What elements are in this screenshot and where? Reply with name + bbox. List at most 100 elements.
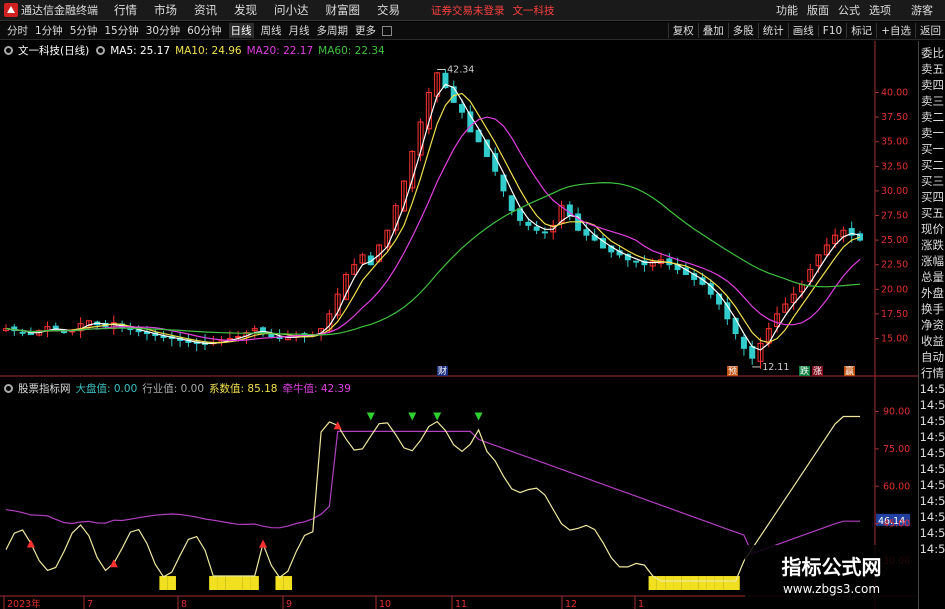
timeframe-tab-9[interactable]: 多周期 [317,23,349,38]
tool-button-3[interactable]: 统计 [757,23,788,38]
tool-button-6[interactable]: 标记 [846,23,876,38]
side-item-20: 行情 [921,366,944,380]
main-chart: 40.00 37.50 35.00 32.50 30.00 27.50 25.00 22.50… [0,41,918,609]
marker-zhang: 涨 [813,366,822,377]
menu-item-6[interactable]: 交易 [377,2,400,18]
right-menu-item-3[interactable]: 选项 [869,2,891,18]
timeframe-tab-1[interactable]: 1分钟 [35,23,63,38]
side-item-6: 买一 [921,142,944,156]
side-item-31: 14:5 [919,542,945,556]
ma10-value: MA10: 24.96 [175,45,242,57]
side-item-3: 卖三 [921,94,944,108]
bottom-fill-80 [665,576,674,590]
tool-button-7[interactable]: +自选 [876,23,915,38]
buy-arrow-0 [26,539,35,548]
bottom-fill-28 [234,576,243,590]
timeframe-tab-7[interactable]: 周线 [261,23,282,38]
side-item-12: 涨跌 [921,238,944,252]
menu-item-0[interactable]: 行情 [114,2,137,18]
login-notice[interactable]: 证券交易未登录 [431,3,505,18]
side-item-4: 卖二 [921,110,944,124]
indicator-legend: 股票指标网 大盘值: 0.00 行业值: 0.00 系数值: 85.18 牵牛值: 42… [4,381,356,396]
menu-item-5[interactable]: 财富圈 [326,2,361,18]
side-item-2: 卖四 [921,78,944,92]
ma60-value: MA60: 22.34 [318,45,385,57]
right-menu-item-1[interactable]: 版面 [807,2,829,18]
candle-body-61 [508,195,515,212]
timeframe-tab-8[interactable]: 月线 [289,23,310,38]
gear-icon[interactable] [4,46,13,55]
side-item-28: 14:5 [919,494,945,508]
date-label-7: 1 [638,599,644,609]
side-item-21: 14:5 [919,382,945,396]
side-item-27: 14:5 [919,478,945,492]
candle-body-64 [533,226,540,231]
date-label-6: 12 [565,599,577,609]
gear-icon-ma[interactable] [96,46,106,55]
candle-body-89 [740,336,747,349]
buy-arrow-3 [333,421,342,430]
indicator-axis-label-0: 90.00 [883,406,910,417]
tool-button-4[interactable]: 画线 [787,23,818,38]
timeframe-tab-6[interactable]: 日线 [228,23,254,38]
grid-icon[interactable] [382,25,392,36]
timeframe-tab-2[interactable]: 5分钟 [70,23,98,38]
menu-item-1[interactable]: 市场 [154,2,177,18]
tool-button-2[interactable]: 多股 [727,23,758,38]
candle-body-88 [732,317,739,335]
price-axis-label-9: 20.00 [881,284,908,295]
indicator-axis-label-2: 60.00 [883,481,910,492]
buy-arrow-2 [259,539,268,548]
side-item-24: 14:5 [919,430,945,444]
indicator-axis-label-4: 45.00 [883,519,910,530]
sell-arrow-3 [474,412,483,421]
side-item-0: 委比 [921,46,944,60]
candle-body-90 [749,345,756,359]
side-item-26: 14:5 [919,462,945,476]
side-item-7: 买二 [921,158,944,172]
candle-body-55 [459,104,466,113]
tool-button-1[interactable]: 叠加 [697,23,728,38]
tool-button-5[interactable]: F10 [817,24,846,37]
bottom-fill-79 [656,576,666,590]
timeframe-tab-3[interactable]: 15分钟 [104,23,138,38]
bottom-fill-86 [714,576,724,590]
watermark-title: 指标公式网 [781,555,882,579]
stock-notice[interactable]: 文一科技 [513,3,555,18]
timeframe-tab-5[interactable]: 60分钟 [187,23,221,38]
timeframe-tab-0[interactable]: 分时 [7,23,28,38]
side-item-23: 14:5 [919,414,945,428]
right-menu-item-0[interactable]: 功能 [776,2,798,18]
price-axis-label-10: 17.50 [881,309,908,320]
menu-bar: 通达信金融终端 行情 市场 资讯 发现 问小达 财富圈 交易 证券交易未登录 文一科技 功能… [0,0,945,21]
timeframe-tab-4[interactable]: 30分钟 [146,23,180,38]
side-item-8: 买三 [921,174,944,188]
bottom-fill-27 [225,576,235,590]
side-item-5: 卖一 [921,126,944,140]
sell-arrow-1 [408,412,417,421]
side-item-14: 总量 [921,270,944,284]
gear-icon-indicator[interactable] [4,384,13,393]
menu-item-3[interactable]: 发现 [234,2,257,18]
price-axis-label-7: 25.00 [881,235,908,246]
menu-item-2[interactable]: 资讯 [194,2,217,18]
menu-item-4[interactable]: 问小达 [274,2,309,18]
guest-button[interactable]: 游客 [911,2,933,18]
timeframe-tab-10[interactable]: 更多 [355,23,376,38]
side-item-10: 买五 [921,206,944,220]
price-axis-label-11: 15.00 [881,333,908,344]
candle-body-27 [226,337,233,340]
side-item-29: 14:5 [919,510,945,524]
side-item-16: 换手 [921,302,944,316]
bottom-fill-29 [242,576,251,590]
bottom-fill-87 [723,576,732,590]
ma5-value: MA5: 25.17 [110,45,171,57]
bottom-fill-85 [706,576,715,590]
tool-button-0[interactable]: 复权 [667,23,698,38]
indicator-name: 股票指标网 [18,383,71,395]
side-item-9: 买四 [921,190,944,204]
right-menu-item-2[interactable]: 公式 [838,2,860,18]
bottom-fill-19 [159,576,168,590]
date-label-0: 2023年 [7,598,41,609]
tool-button-8[interactable]: 返回 [915,23,945,38]
